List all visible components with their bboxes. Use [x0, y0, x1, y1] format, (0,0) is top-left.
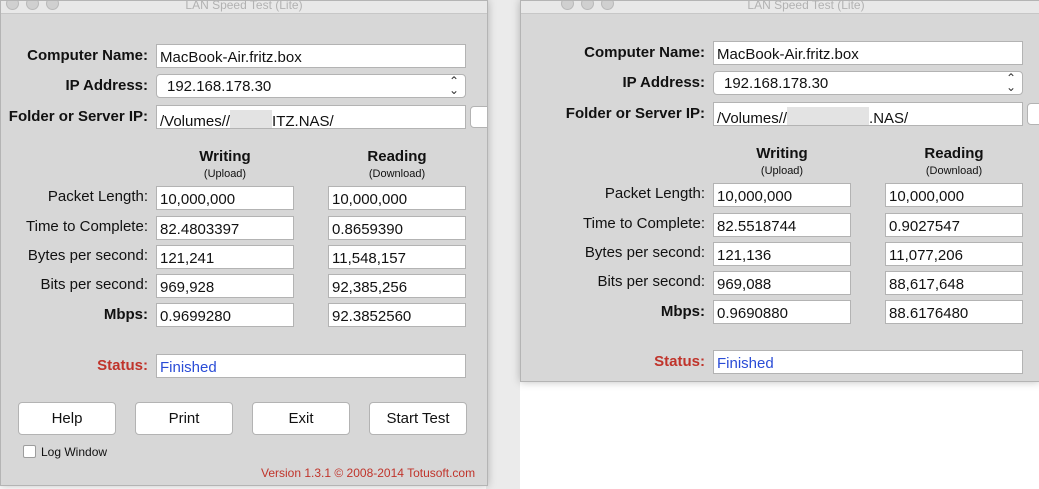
writing-heading: Writing: [756, 145, 808, 162]
reading-mbps[interactable]: 88.6176480: [885, 300, 1023, 324]
redacted-block: [230, 110, 273, 128]
browse-folder-button[interactable]: [470, 106, 487, 128]
bits-per-second-label: Bits per second:: [597, 273, 705, 290]
chevron-up-down-icon: ⌃ ⌄: [448, 74, 459, 97]
writing-bytes-per-second[interactable]: 121,136: [713, 242, 851, 266]
writing-packet-length[interactable]: 10,000,000: [156, 186, 294, 210]
ip-address-select[interactable]: 192.168.178.30 ⌃ ⌄: [713, 71, 1023, 95]
folder-server-label: Folder or Server IP:: [8, 108, 148, 125]
redacted-block: [787, 107, 870, 125]
writing-mbps[interactable]: 0.9699280: [156, 303, 294, 327]
ip-address-select[interactable]: 192.168.178.30 ⌃ ⌄: [156, 74, 466, 98]
status-label: Status:: [654, 353, 705, 370]
computer-name-field[interactable]: MacBook-Air.fritz.box: [713, 41, 1023, 65]
ip-address-value: 192.168.178.30: [167, 78, 272, 95]
folder-path-start: /Volumes//: [717, 110, 788, 126]
reading-packet-length[interactable]: 10,000,000: [328, 186, 466, 210]
writing-bytes-per-second[interactable]: 121,241: [156, 245, 294, 269]
mbps-label: Mbps:: [660, 303, 705, 320]
folder-server-field[interactable]: /Volumes// ITZ.NAS/: [156, 105, 466, 129]
reading-heading: Reading: [924, 145, 984, 162]
background-gap: [486, 0, 520, 489]
folder-path-end: .NAS/: [869, 110, 909, 126]
writing-mbps[interactable]: 0.9690880: [713, 300, 851, 324]
bits-per-second-label: Bits per second:: [40, 276, 148, 293]
time-to-complete-label: Time to Complete:: [26, 218, 148, 235]
reading-heading: Reading: [367, 148, 427, 165]
writing-subheading: (Upload): [203, 168, 247, 180]
folder-server-field[interactable]: /Volumes// .NAS/: [713, 102, 1023, 126]
browse-folder-button[interactable]: [1027, 103, 1039, 125]
bytes-per-second-label: Bytes per second:: [27, 247, 148, 264]
reading-subheading: (Download): [368, 168, 426, 180]
status-field[interactable]: Finished: [156, 354, 466, 378]
title-bar[interactable]: LAN Speed Test (Lite): [1, 1, 487, 14]
reading-mbps[interactable]: 92.3852560: [328, 303, 466, 327]
reading-bits-per-second[interactable]: 92,385,256: [328, 274, 466, 298]
log-window-checkbox[interactable]: [23, 445, 36, 458]
writing-time-to-complete[interactable]: 82.5518744: [713, 213, 851, 237]
reading-bytes-per-second[interactable]: 11,077,206: [885, 242, 1023, 266]
title-bar[interactable]: LAN Speed Test (Lite): [521, 1, 1039, 14]
writing-bits-per-second[interactable]: 969,088: [713, 271, 851, 295]
computer-name-label: Computer Name:: [27, 47, 148, 64]
folder-path-end: ITZ.NAS/: [272, 113, 334, 129]
packet-length-label: Packet Length:: [47, 188, 148, 205]
exit-button[interactable]: Exit: [252, 402, 350, 435]
chevron-up-down-icon: ⌃ ⌄: [1005, 71, 1016, 94]
bytes-per-second-label: Bytes per second:: [584, 244, 705, 261]
log-window-label: Log Window: [41, 445, 108, 459]
ip-address-label: IP Address:: [65, 77, 148, 94]
reading-subheading: (Download): [925, 165, 983, 177]
computer-name-field[interactable]: MacBook-Air.fritz.box: [156, 44, 466, 68]
reading-bytes-per-second[interactable]: 11,548,157: [328, 245, 466, 269]
start-test-button[interactable]: Start Test: [369, 402, 467, 435]
version-text: Version 1.3.1 © 2008-2014 Totusoft.com: [261, 466, 476, 480]
help-button[interactable]: Help: [18, 402, 116, 435]
reading-time-to-complete[interactable]: 0.8659390: [328, 216, 466, 240]
mbps-label: Mbps:: [103, 306, 148, 323]
status-field[interactable]: Finished: [713, 350, 1023, 374]
writing-heading: Writing: [199, 148, 251, 165]
reading-bits-per-second[interactable]: 88,617,648: [885, 271, 1023, 295]
status-label: Status:: [97, 357, 148, 374]
folder-server-label: Folder or Server IP:: [565, 105, 705, 122]
speed-test-window-1: LAN Speed Test (Lite) Computer Name: Mac…: [0, 0, 488, 486]
writing-time-to-complete[interactable]: 82.4803397: [156, 216, 294, 240]
window-title: LAN Speed Test (Lite): [747, 0, 865, 12]
folder-path-start: /Volumes//: [160, 113, 231, 129]
packet-length-label: Packet Length:: [604, 185, 705, 202]
ip-address-label: IP Address:: [622, 74, 705, 91]
writing-subheading: (Upload): [760, 165, 804, 177]
writing-bits-per-second[interactable]: 969,928: [156, 274, 294, 298]
reading-packet-length[interactable]: 10,000,000: [885, 183, 1023, 207]
reading-time-to-complete[interactable]: 0.9027547: [885, 213, 1023, 237]
computer-name-label: Computer Name:: [584, 44, 705, 61]
speed-test-window-2: LAN Speed Test (Lite) Computer Name: Mac…: [520, 0, 1039, 382]
window-title: LAN Speed Test (Lite): [185, 0, 303, 12]
print-button[interactable]: Print: [135, 402, 233, 435]
time-to-complete-label: Time to Complete:: [583, 215, 705, 232]
ip-address-value: 192.168.178.30: [724, 75, 829, 92]
writing-packet-length[interactable]: 10,000,000: [713, 183, 851, 207]
